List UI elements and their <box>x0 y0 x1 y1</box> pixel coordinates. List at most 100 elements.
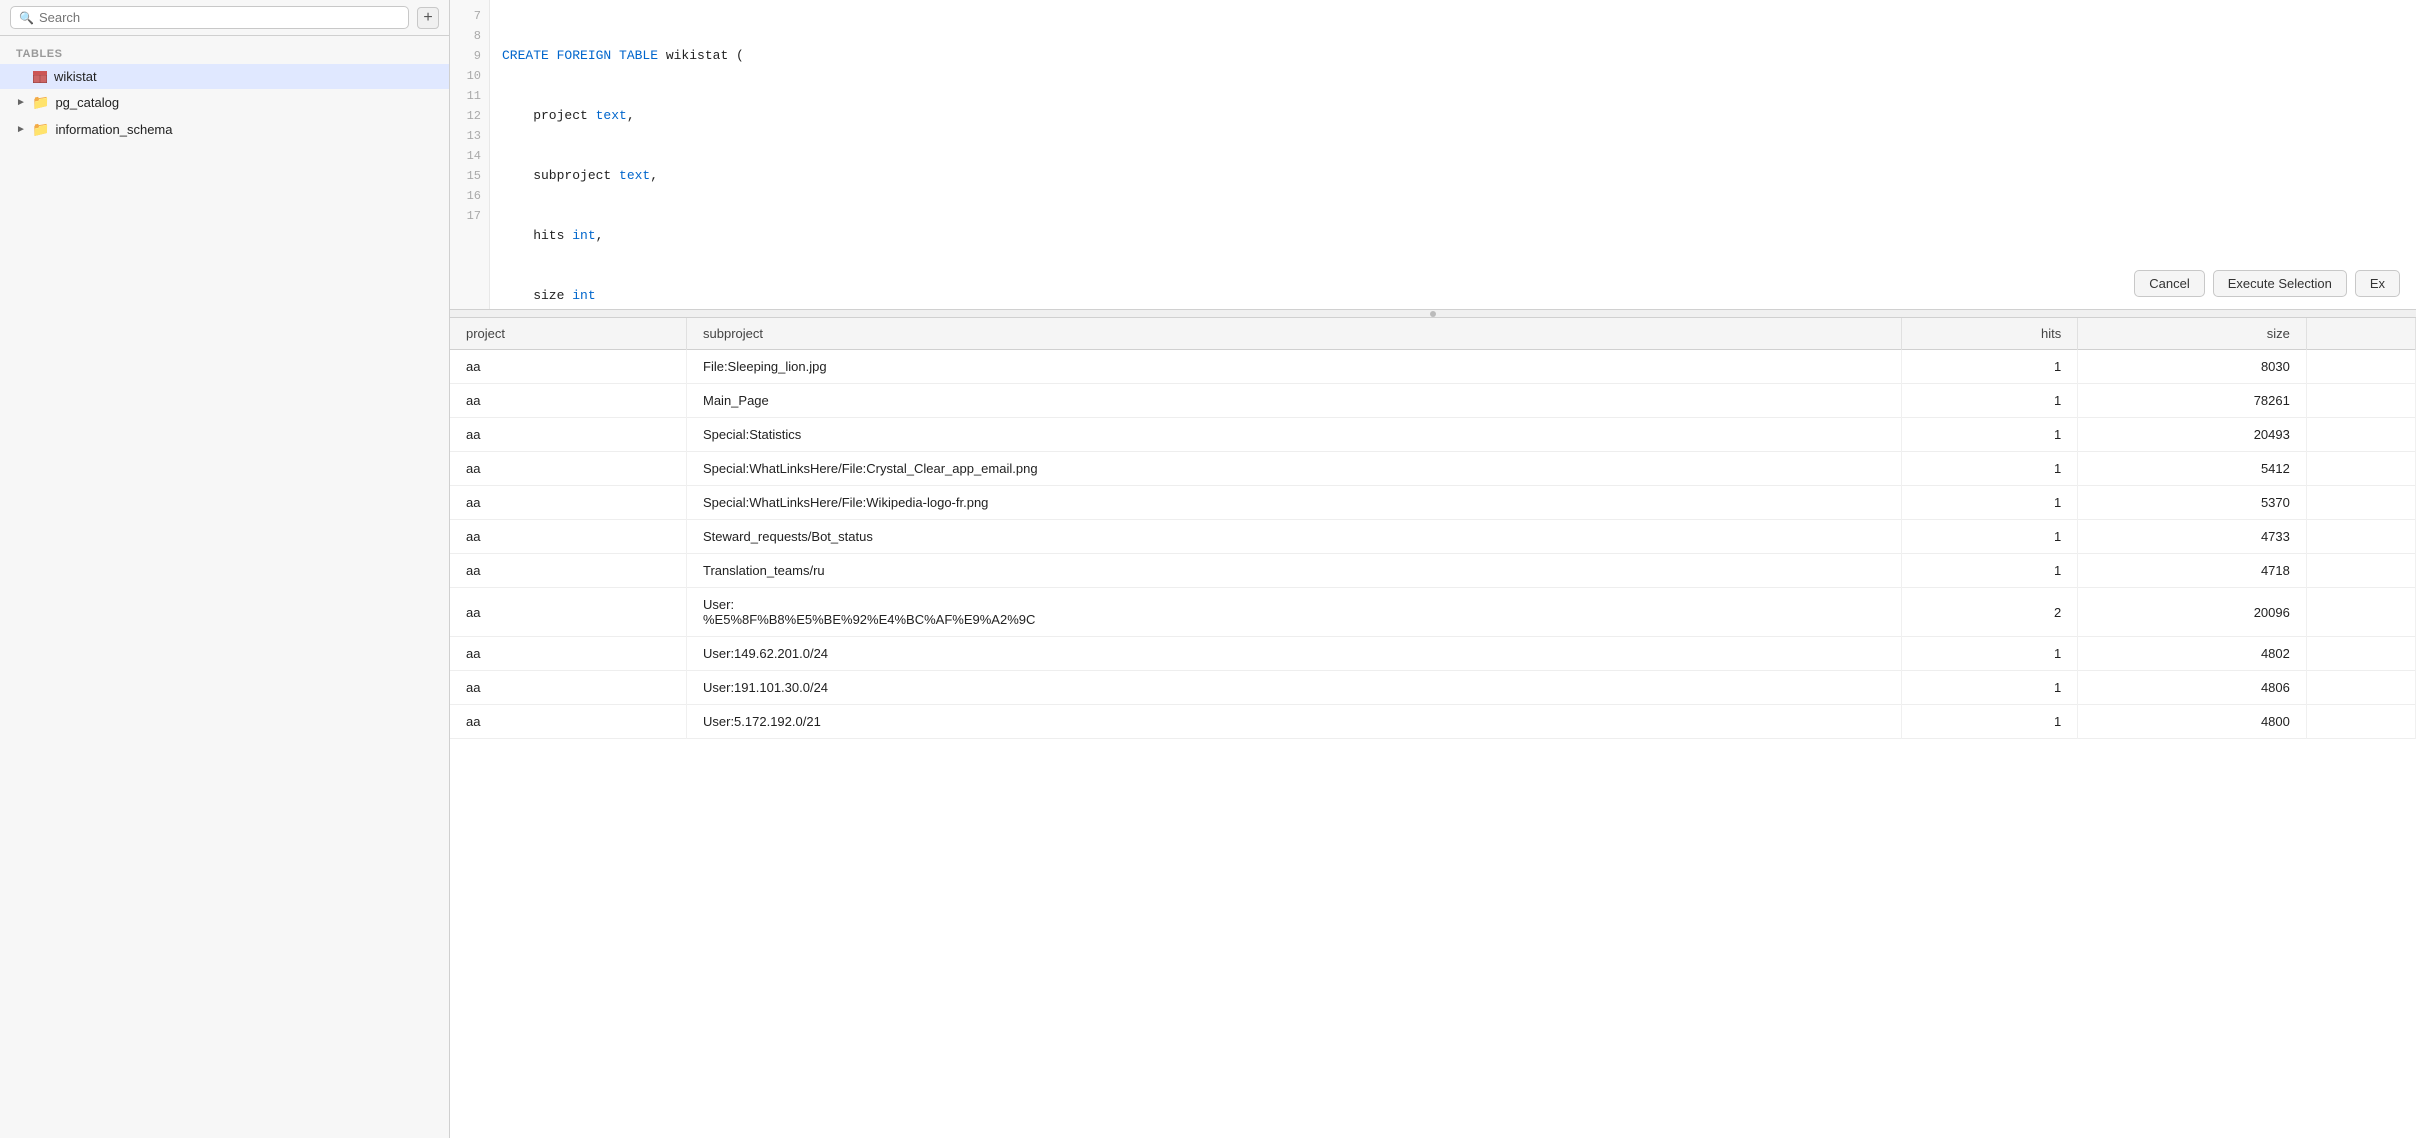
cell-extra <box>2306 520 2415 554</box>
cell-extra <box>2306 384 2415 418</box>
resize-handle[interactable] <box>450 310 2416 318</box>
cell-extra <box>2306 588 2415 637</box>
cell-hits: 1 <box>1902 554 2078 588</box>
sidebar-item-information-schema[interactable]: ► 📁 information_schema <box>0 116 449 143</box>
line-num-13: 13 <box>450 126 489 146</box>
table-row: aaUser:191.101.30.0/2414806 <box>450 671 2416 705</box>
cell-size: 20096 <box>2078 588 2307 637</box>
table-row: aaFile:Sleeping_lion.jpg18030 <box>450 350 2416 384</box>
table-row: aaUser:5.172.192.0/2114800 <box>450 705 2416 739</box>
cell-extra <box>2306 486 2415 520</box>
cell-project: aa <box>450 452 687 486</box>
code-line-11: size int <box>502 286 2404 306</box>
cell-project: aa <box>450 418 687 452</box>
table-row: aaUser:149.62.201.0/2414802 <box>450 637 2416 671</box>
cell-subproject: User:149.62.201.0/24 <box>687 637 1902 671</box>
chevron-right-icon2: ► <box>16 124 26 135</box>
tables-section: TABLES wikistat ► 📁 pg_catalog <box>0 36 449 151</box>
code-line-8: project text, <box>502 106 2404 126</box>
results-table: project subproject hits size aaFile:Slee… <box>450 318 2416 739</box>
cell-subproject: Main_Page <box>687 384 1902 418</box>
cell-size: 4718 <box>2078 554 2307 588</box>
cell-size: 4802 <box>2078 637 2307 671</box>
table-row: aaSpecial:Statistics120493 <box>450 418 2416 452</box>
cell-size: 4733 <box>2078 520 2307 554</box>
sidebar-item-information-schema-label: information_schema <box>55 122 172 137</box>
cell-project: aa <box>450 554 687 588</box>
table-row: aaSteward_requests/Bot_status14733 <box>450 520 2416 554</box>
col-header-hits: hits <box>1902 318 2078 350</box>
sidebar-item-pg-catalog[interactable]: ► 📁 pg_catalog <box>0 89 449 116</box>
cell-project: aa <box>450 705 687 739</box>
col-header-extra <box>2306 318 2415 350</box>
cell-project: aa <box>450 350 687 384</box>
results-panel[interactable]: project subproject hits size aaFile:Slee… <box>450 318 2416 1138</box>
cell-hits: 2 <box>1902 588 2078 637</box>
cell-extra <box>2306 452 2415 486</box>
cell-subproject: File:Sleeping_lion.jpg <box>687 350 1902 384</box>
cell-hits: 1 <box>1902 350 2078 384</box>
sidebar: 🔍 + TABLES wikistat ► <box>0 0 450 1138</box>
code-content[interactable]: CREATE FOREIGN TABLE wikistat ( project … <box>490 0 2416 309</box>
cell-size: 78261 <box>2078 384 2307 418</box>
folder-icon: 📁 <box>32 94 49 111</box>
cell-project: aa <box>450 671 687 705</box>
line-num-10: 10 <box>450 66 489 86</box>
cell-extra <box>2306 671 2415 705</box>
cell-size: 8030 <box>2078 350 2307 384</box>
table-row: aaSpecial:WhatLinksHere/File:Wikipedia-l… <box>450 486 2416 520</box>
cell-size: 5370 <box>2078 486 2307 520</box>
cell-extra <box>2306 705 2415 739</box>
col-header-subproject: subproject <box>687 318 1902 350</box>
line-num-8: 8 <box>450 26 489 46</box>
cell-subproject: Steward_requests/Bot_status <box>687 520 1902 554</box>
col-header-size: size <box>2078 318 2307 350</box>
line-num-12: 12 <box>450 106 489 126</box>
execute-selection-button[interactable]: Execute Selection <box>2213 270 2347 297</box>
cell-subproject: User:%E5%8F%B8%E5%BE%92%E4%BC%AF%E9%A2%9… <box>687 588 1902 637</box>
cell-subproject: Translation_teams/ru <box>687 554 1902 588</box>
table-row: aaMain_Page178261 <box>450 384 2416 418</box>
line-num-16: 16 <box>450 186 489 206</box>
chevron-right-icon: ► <box>16 97 26 108</box>
cell-subproject: User:5.172.192.0/21 <box>687 705 1902 739</box>
add-button[interactable]: + <box>417 7 439 29</box>
search-input[interactable] <box>39 10 400 25</box>
line-num-9: 9 <box>450 46 489 66</box>
cell-project: aa <box>450 520 687 554</box>
sidebar-item-pg-catalog-label: pg_catalog <box>55 95 119 110</box>
line-num-15: 15 <box>450 166 489 186</box>
cell-subproject: Special:Statistics <box>687 418 1902 452</box>
search-icon: 🔍 <box>19 11 34 25</box>
cell-hits: 1 <box>1902 384 2078 418</box>
code-line-9: subproject text, <box>502 166 2404 186</box>
cell-hits: 1 <box>1902 671 2078 705</box>
line-numbers: 7 8 9 10 11 12 13 14 15 16 17 <box>450 0 490 309</box>
cell-project: aa <box>450 384 687 418</box>
col-header-project: project <box>450 318 687 350</box>
cell-size: 5412 <box>2078 452 2307 486</box>
code-line-10: hits int, <box>502 226 2404 246</box>
search-input-wrap: 🔍 <box>10 6 409 29</box>
cell-subproject: Special:WhatLinksHere/File:Crystal_Clear… <box>687 452 1902 486</box>
cancel-button[interactable]: Cancel <box>2134 270 2204 297</box>
cell-hits: 1 <box>1902 486 2078 520</box>
folder-icon2: 📁 <box>32 121 49 138</box>
cell-size: 4806 <box>2078 671 2307 705</box>
search-bar: 🔍 + <box>0 0 449 36</box>
line-num-14: 14 <box>450 146 489 166</box>
cell-extra <box>2306 637 2415 671</box>
cell-project: aa <box>450 637 687 671</box>
execute-all-button[interactable]: Ex <box>2355 270 2400 297</box>
code-editor[interactable]: 7 8 9 10 11 12 13 14 15 16 17 CREATE FOR… <box>450 0 2416 310</box>
cell-hits: 1 <box>1902 418 2078 452</box>
cell-size: 20493 <box>2078 418 2307 452</box>
cell-project: aa <box>450 588 687 637</box>
sidebar-item-wikistat-label: wikistat <box>54 69 97 84</box>
cell-hits: 1 <box>1902 520 2078 554</box>
sidebar-item-wikistat[interactable]: wikistat <box>0 64 449 89</box>
table-icon <box>32 70 48 84</box>
table-row: aaUser:%E5%8F%B8%E5%BE%92%E4%BC%AF%E9%A2… <box>450 588 2416 637</box>
cell-hits: 1 <box>1902 705 2078 739</box>
cell-subproject: User:191.101.30.0/24 <box>687 671 1902 705</box>
